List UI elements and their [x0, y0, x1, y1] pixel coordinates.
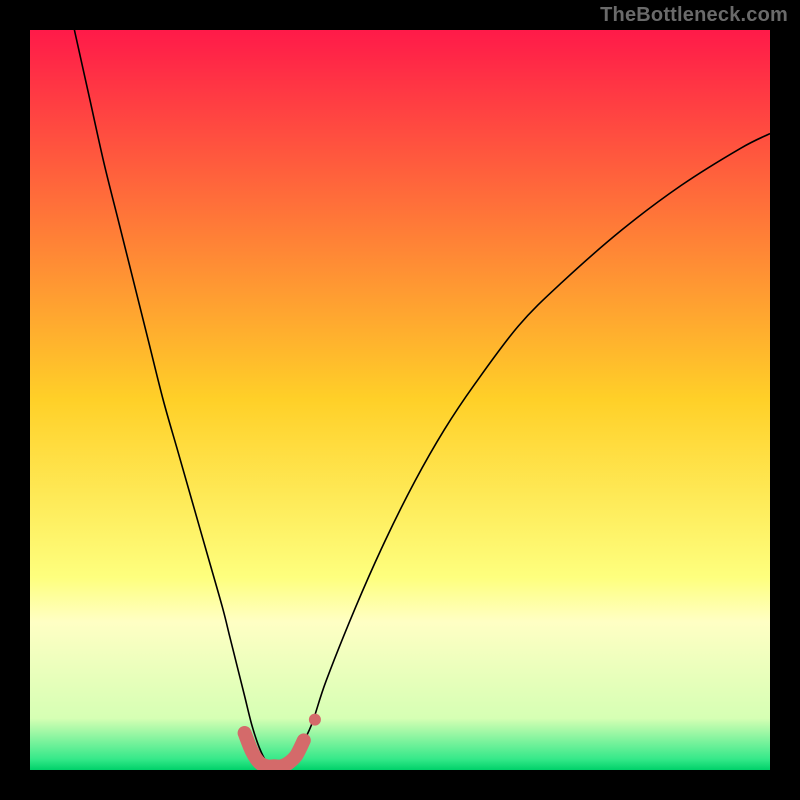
- watermark-text: TheBottleneck.com: [600, 4, 788, 27]
- chart-svg: [0, 0, 800, 800]
- plot-background: [30, 30, 770, 770]
- marker-dot: [309, 714, 321, 726]
- chart-frame: TheBottleneck.com: [0, 0, 800, 800]
